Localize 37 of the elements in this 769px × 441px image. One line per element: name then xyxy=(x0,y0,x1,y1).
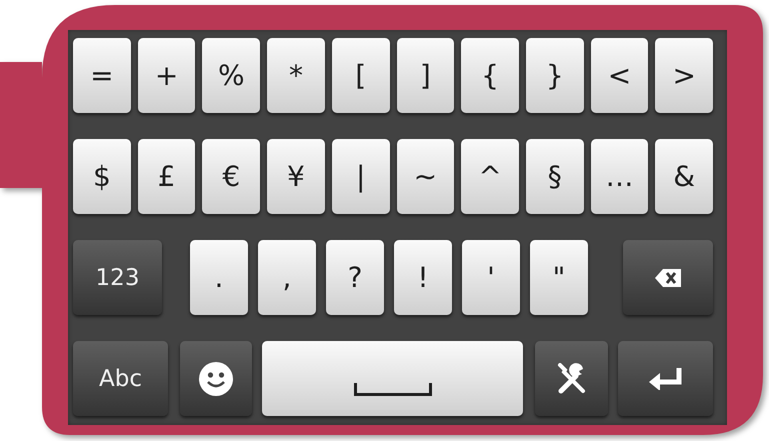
backspace-key[interactable] xyxy=(623,240,713,315)
keyboard-key[interactable]: ~ xyxy=(396,139,454,214)
keyboard-key[interactable]: $ xyxy=(73,139,131,214)
keyboard-key[interactable]: } xyxy=(526,38,584,113)
mode-key[interactable]: 123 xyxy=(73,240,162,315)
keyboard-key[interactable]: ' xyxy=(462,240,520,315)
keyboard-key[interactable]: … xyxy=(590,139,648,214)
enter-arrow-icon xyxy=(648,368,682,390)
keyboard-key[interactable]: ] xyxy=(396,38,454,113)
mode-key[interactable]: Abc xyxy=(73,341,168,416)
keyboard-key[interactable]: § xyxy=(526,139,584,214)
keyboard-key[interactable]: " xyxy=(530,240,588,315)
backspace-icon xyxy=(655,268,681,286)
tools-icon xyxy=(556,362,588,394)
keyboard-key[interactable]: £ xyxy=(138,139,196,214)
emoji-key[interactable] xyxy=(180,341,252,416)
keyboard-key[interactable]: . xyxy=(190,240,248,315)
keyboard-key[interactable]: % xyxy=(202,38,260,113)
space-bar-icon xyxy=(354,383,432,396)
keyboard-key[interactable]: € xyxy=(202,139,260,214)
keyboard-key[interactable]: | xyxy=(332,139,390,214)
keyboard-key[interactable]: = xyxy=(73,38,131,113)
keyboard-key[interactable]: ¥ xyxy=(267,139,325,214)
keyboard-key[interactable]: < xyxy=(590,38,648,113)
settings-key[interactable] xyxy=(535,341,608,416)
keyboard-key[interactable]: + xyxy=(138,38,196,113)
smiley-icon xyxy=(199,362,233,396)
keyboard-key[interactable]: , xyxy=(258,240,316,315)
keyboard-key[interactable]: [ xyxy=(332,38,390,113)
keyboard-key[interactable]: ^ xyxy=(461,139,519,214)
keyboard-key[interactable]: > xyxy=(655,38,714,113)
keyboard-key[interactable]: & xyxy=(655,139,714,214)
keyboard-key[interactable]: ! xyxy=(394,240,452,315)
keyboard-key[interactable]: ? xyxy=(326,240,384,315)
keyboard-key[interactable]: { xyxy=(461,38,519,113)
enter-key[interactable] xyxy=(618,341,713,416)
keyboard-key[interactable]: * xyxy=(267,38,325,113)
